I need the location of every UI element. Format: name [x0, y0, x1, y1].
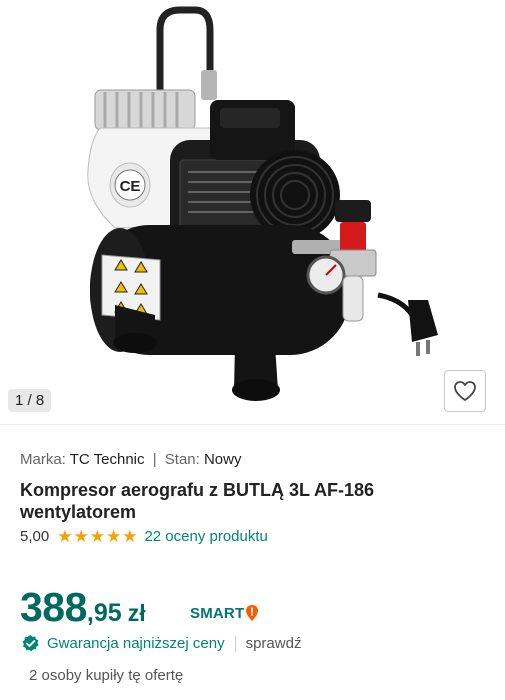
smart-pin-icon [246, 605, 259, 621]
smart-badge[interactable]: SMART [190, 604, 259, 622]
star-icon: ★ [122, 527, 138, 546]
section-divider [0, 424, 505, 425]
star-icon: ★ [73, 527, 89, 546]
price-integer: 388 [20, 584, 87, 630]
product-rating[interactable]: 5,00 ★ ★ ★ ★ ★ 22 oceny produktu [20, 528, 268, 545]
smart-label: SMART [190, 604, 245, 622]
price: 388 ,95 zł [20, 584, 146, 631]
rating-stars: ★ ★ ★ ★ ★ [57, 528, 138, 545]
guarantee-divider [234, 635, 236, 652]
check-guarantee-link[interactable]: sprawdź [246, 635, 302, 652]
product-meta: Marka: TC Technic | Stan: Nowy [20, 451, 241, 468]
rating-score: 5,00 [20, 528, 50, 545]
purchase-count: 2 osoby kupiły tę ofertę [29, 667, 184, 684]
product-title: Kompresor aerografu z BUTLĄ 3L AF-186 we… [20, 480, 375, 522]
price-decimal: ,95 [86, 599, 122, 627]
condition-label: Stan: [164, 451, 200, 468]
lowest-price-guarantee: Gwarancja najniższej ceny sprawdź [21, 634, 301, 653]
favorite-button[interactable] [444, 370, 486, 412]
price-currency: zł [127, 600, 146, 626]
brand-label: Marka: [20, 451, 66, 468]
shield-check-icon [22, 634, 39, 652]
heart-outline-icon [454, 381, 476, 401]
meta-separator: | [152, 451, 157, 468]
product-gallery[interactable]: CE 1 / 8 [0, 0, 505, 420]
guarantee-label: Gwarancja najniższej ceny [47, 635, 225, 652]
ce-mark: CE [120, 178, 141, 195]
image-counter: 1 / 8 [8, 389, 52, 412]
star-icon: ★ [89, 527, 105, 546]
star-icon: ★ [105, 527, 122, 546]
product-image[interactable]: CE [60, 0, 450, 410]
star-icon: ★ [57, 527, 73, 546]
condition-value: Nowy [203, 451, 242, 468]
brand-value[interactable]: TC Technic [70, 451, 145, 468]
reviews-link[interactable]: 22 oceny produktu [144, 528, 267, 545]
